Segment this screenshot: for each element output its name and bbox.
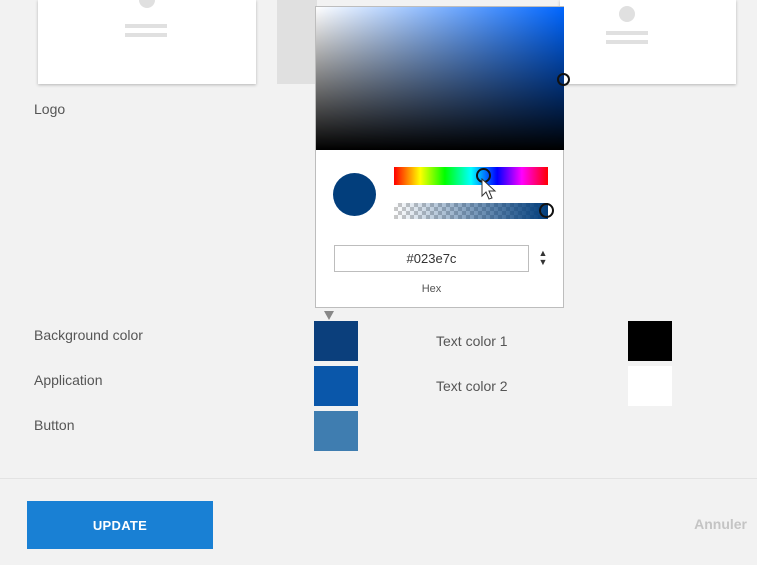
placeholder-avatar-icon bbox=[139, 0, 155, 8]
logo-label: Logo bbox=[34, 101, 66, 117]
saturation-value-area[interactable] bbox=[316, 7, 564, 150]
application-color-swatch[interactable] bbox=[314, 366, 358, 406]
placeholder-line-icon bbox=[125, 33, 167, 37]
footer-divider bbox=[0, 478, 757, 479]
color-preview-swatch bbox=[333, 173, 376, 216]
application-label: Application bbox=[34, 372, 103, 388]
text-color-1-swatch[interactable] bbox=[628, 321, 672, 361]
text-color-2-swatch[interactable] bbox=[628, 366, 672, 406]
placeholder-line-icon bbox=[606, 40, 648, 44]
mouse-pointer-icon bbox=[481, 178, 497, 200]
saturation-value-handle[interactable] bbox=[557, 73, 570, 86]
button-label: Button bbox=[34, 417, 75, 433]
placeholder-line-icon bbox=[125, 24, 167, 28]
logo-card-left[interactable] bbox=[38, 0, 256, 84]
button-color-swatch[interactable] bbox=[314, 411, 358, 451]
text-color-1-label: Text color 1 bbox=[436, 333, 508, 349]
alpha-slider-handle[interactable] bbox=[539, 203, 554, 218]
placeholder-line-icon bbox=[606, 31, 648, 35]
cancel-link[interactable]: Annuler bbox=[694, 516, 747, 532]
format-label: Hex bbox=[421, 283, 442, 295]
logo-card-right[interactable] bbox=[560, 0, 736, 84]
up-down-arrows-icon[interactable]: ▲ ▼ bbox=[538, 249, 548, 267]
color-picker-popup: ▲▼ Hex bbox=[315, 6, 570, 308]
triangle-down-icon bbox=[324, 311, 334, 320]
placeholder-avatar-icon bbox=[619, 6, 635, 22]
hue-slider[interactable] bbox=[394, 167, 548, 185]
logo-card-middle[interactable] bbox=[277, 0, 317, 84]
alpha-slider[interactable] bbox=[394, 203, 548, 219]
hex-input[interactable] bbox=[334, 245, 529, 272]
background-color-swatch[interactable] bbox=[314, 321, 358, 361]
text-color-2-label: Text color 2 bbox=[436, 378, 508, 394]
update-button[interactable]: UPDATE bbox=[27, 501, 213, 549]
background-color-label: Background color bbox=[34, 327, 143, 343]
